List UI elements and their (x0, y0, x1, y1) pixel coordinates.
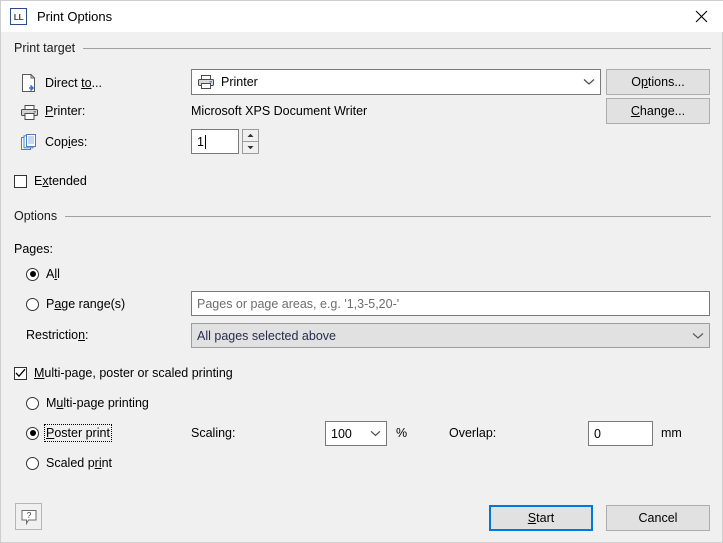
page-range-input[interactable]: Pages or page areas, e.g. '1,3-5,20-' (191, 291, 710, 316)
text-caret (204, 134, 206, 149)
scaling-value: 100 (331, 426, 352, 441)
copies-label: Copies: (45, 135, 88, 149)
multipage-checkbox-label: Multi-page, poster or scaled printing (34, 366, 233, 380)
pages-label: Pages: (14, 242, 53, 256)
document-export-icon (19, 73, 39, 93)
title-bar: LL Print Options (1, 1, 723, 32)
multipage-checkbox[interactable] (14, 366, 27, 380)
scaling-label: Scaling: (191, 426, 236, 440)
direct-to-combobox[interactable]: Printer (191, 69, 601, 95)
radio-all-pages-button[interactable] (26, 267, 39, 281)
radio-multipage-printing[interactable]: Multi-page printing (26, 396, 149, 410)
radio-poster-print-label: Poster print (44, 424, 112, 442)
checkmark-icon (15, 368, 26, 378)
radio-poster-print-button[interactable] (26, 426, 39, 440)
app-icon: LL (10, 8, 27, 25)
cancel-button[interactable]: Cancel (606, 505, 710, 531)
section-title-options: Options (14, 209, 58, 223)
copies-spinner[interactable] (242, 129, 259, 154)
radio-dot (29, 271, 36, 277)
radio-scaled-print[interactable]: Scaled print (26, 456, 112, 470)
chevron-down-icon (583, 78, 595, 86)
overlap-unit: mm (661, 426, 682, 440)
radio-page-ranges-label: Page range(s) (46, 297, 126, 311)
radio-multipage-printing-button[interactable] (26, 396, 39, 410)
extended-checkbox[interactable] (14, 174, 27, 188)
close-icon[interactable] (679, 1, 723, 31)
window-title: Print Options (37, 9, 113, 24)
change-button[interactable]: Change... (606, 98, 710, 124)
chevron-down-icon (370, 430, 381, 437)
restriction-value: All pages selected above (197, 328, 336, 343)
print-options-dialog: LL Print Options Print target Direct to.… (0, 0, 723, 543)
divider (65, 215, 711, 217)
divider (83, 47, 711, 49)
section-header-options: Options (14, 209, 711, 223)
printer-label: Printer: (45, 104, 86, 118)
radio-multipage-printing-label: Multi-page printing (46, 396, 149, 410)
help-question-icon: ? (21, 509, 36, 525)
copies-value: 1 (197, 134, 204, 149)
copies-stack-icon (19, 132, 39, 152)
radio-scaled-print-label: Scaled print (46, 456, 113, 470)
direct-to-value: Printer (221, 75, 258, 89)
cancel-button-label: Cancel (638, 511, 678, 525)
radio-page-ranges[interactable]: Page range(s) (26, 297, 125, 311)
options-button-label: Options... (631, 75, 685, 89)
svg-text:?: ? (26, 510, 31, 520)
direct-to-label: Direct to... (45, 76, 102, 90)
change-button-label: Change... (630, 104, 686, 118)
page-range-placeholder: Pages or page areas, e.g. '1,3-5,20-' (197, 296, 400, 311)
copies-input[interactable]: 1 (191, 129, 239, 154)
start-button[interactable]: Start (489, 505, 593, 531)
multipage-checkbox-row[interactable]: Multi-page, poster or scaled printing (14, 366, 233, 380)
start-button-label: Start (527, 511, 555, 525)
scaling-combobox[interactable]: 100 (325, 421, 387, 446)
restriction-combobox[interactable]: All pages selected above (191, 323, 710, 348)
overlap-value: 0 (594, 426, 601, 441)
overlap-input[interactable]: 0 (588, 421, 653, 446)
printer-icon (19, 102, 39, 122)
radio-dot (29, 430, 36, 436)
copies-spinner-down[interactable] (242, 141, 259, 154)
section-header-print-target: Print target (14, 41, 711, 55)
printer-value: Microsoft XPS Document Writer (191, 104, 368, 118)
restriction-label: Restriction: (26, 328, 89, 342)
close-glyph (695, 10, 708, 22)
extended-label: Extended (34, 174, 87, 188)
radio-all-pages[interactable]: All (26, 267, 60, 281)
app-icon-label: LL (13, 11, 24, 22)
extended-checkbox-row[interactable]: Extended (14, 174, 87, 188)
options-button[interactable]: Options... (606, 69, 710, 95)
scaling-unit: % (396, 426, 408, 440)
radio-poster-print[interactable]: Poster print (26, 424, 112, 442)
chevron-down-icon (692, 332, 704, 340)
copies-spinner-up[interactable] (242, 129, 259, 141)
section-title-print-target: Print target (14, 41, 76, 55)
radio-all-pages-label: All (46, 267, 60, 281)
printer-icon (197, 74, 215, 90)
overlap-label: Overlap: (449, 426, 497, 440)
radio-scaled-print-button[interactable] (26, 456, 39, 470)
radio-page-ranges-button[interactable] (26, 297, 39, 311)
help-button[interactable]: ? (15, 503, 42, 530)
